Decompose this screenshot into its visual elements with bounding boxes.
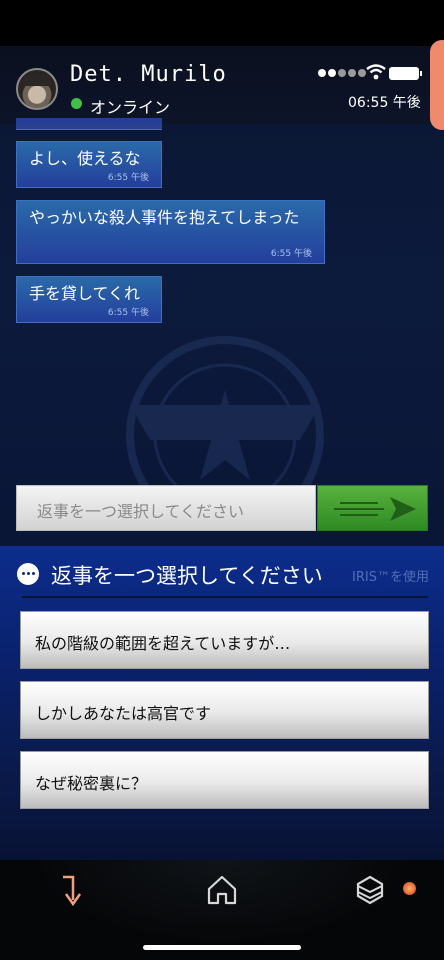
message-bubble: 手を貸してくれ 6:55 午後 xyxy=(16,276,162,323)
reply-option-button[interactable]: しかしあなたは高官です xyxy=(20,681,429,739)
cube-menu-icon[interactable] xyxy=(355,874,385,906)
contact-name: Det. Murilo xyxy=(70,62,227,87)
app-screen: Det. Murilo オンライン 06:55 午後 よし、使えるな 6:55 … xyxy=(0,0,444,960)
reply-option-button[interactable]: 私の階級の範囲を超えていますが… xyxy=(20,611,429,669)
arrow-turn-down-icon[interactable] xyxy=(60,874,90,908)
message-bubble: よし、使えるな 6:55 午後 xyxy=(16,141,162,188)
message-bubble-partial xyxy=(16,118,162,130)
message-time: 6:55 午後 xyxy=(107,308,149,318)
battery-icon xyxy=(389,67,422,80)
online-status-label: オンライン xyxy=(90,98,171,117)
side-drawer-tab[interactable] xyxy=(430,40,444,130)
home-indicator[interactable] xyxy=(143,945,301,950)
reply-choice-panel: 返事を一つ選択してください IRIS™を使用 私の階級の範囲を超えていますが… … xyxy=(0,546,444,860)
home-icon[interactable] xyxy=(205,874,239,906)
notification-dot xyxy=(403,882,416,895)
message-time: 6:55 午後 xyxy=(270,249,312,259)
contact-avatar[interactable] xyxy=(16,68,58,110)
send-arrow-icon xyxy=(334,497,416,521)
message-text: よし、使えるな xyxy=(29,149,141,168)
message-text: 手を貸してくれ xyxy=(29,284,141,303)
wifi-icon xyxy=(366,64,386,80)
department-seal-watermark xyxy=(126,336,324,510)
speech-bubble-icon xyxy=(17,563,39,585)
reply-option-button[interactable]: なぜ秘密裏に？ xyxy=(20,751,429,809)
divider xyxy=(22,596,428,598)
clock: 06:55 午後 xyxy=(348,95,421,111)
reply-input[interactable]: 返事を一つ選択してください xyxy=(16,485,316,531)
message-time: 6:55 午後 xyxy=(107,173,149,183)
choice-panel-title: 返事を一つ選択してください xyxy=(51,564,323,588)
iris-note: IRIS™を使用 xyxy=(352,570,429,585)
message-text: やっかいな殺人事件を抱えてしまった xyxy=(29,208,300,227)
online-status-dot xyxy=(71,98,82,109)
chat-header: Det. Murilo オンライン 06:55 午後 xyxy=(0,46,444,124)
send-button[interactable] xyxy=(317,485,428,531)
signal-strength-icon xyxy=(318,69,366,77)
top-bar xyxy=(0,0,444,46)
message-bubble: やっかいな殺人事件を抱えてしまった 6:55 午後 xyxy=(16,200,325,264)
